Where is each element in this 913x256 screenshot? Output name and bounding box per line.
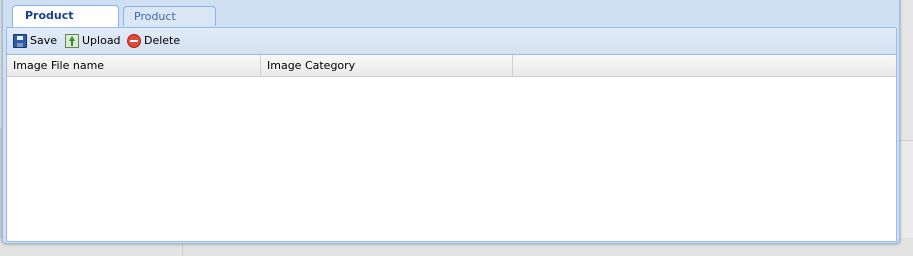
column-header-filler <box>513 55 896 76</box>
save-button-label: Save <box>30 34 58 47</box>
upload-icon <box>65 34 79 48</box>
column-header-image-file-name[interactable]: Image File name <box>7 55 261 76</box>
grid-header: Image File name Image Category <box>7 55 896 77</box>
tab-bar: Product Images Product Pricing <box>6 3 896 43</box>
tab-product-pricing[interactable]: Product Pricing <box>123 6 216 43</box>
delete-icon <box>127 34 141 48</box>
upload-button-label: Upload <box>82 34 121 47</box>
save-icon <box>13 34 27 48</box>
toolbar: Save Upload Delete <box>7 28 896 55</box>
grid-body[interactable] <box>7 77 896 237</box>
save-button[interactable]: Save <box>13 32 57 50</box>
delete-button[interactable]: Delete <box>127 32 180 50</box>
tab-product-images[interactable]: Product Images <box>12 5 119 42</box>
upload-button[interactable]: Upload <box>65 32 121 50</box>
column-header-image-category[interactable]: Image Category <box>261 55 513 76</box>
background-panel <box>899 140 913 241</box>
product-details-window: Product Images Product Pricing Save Uplo… <box>2 0 900 244</box>
delete-button-label: Delete <box>144 34 181 47</box>
product-images-panel: Save Upload Delete Image File name Image… <box>6 28 897 242</box>
